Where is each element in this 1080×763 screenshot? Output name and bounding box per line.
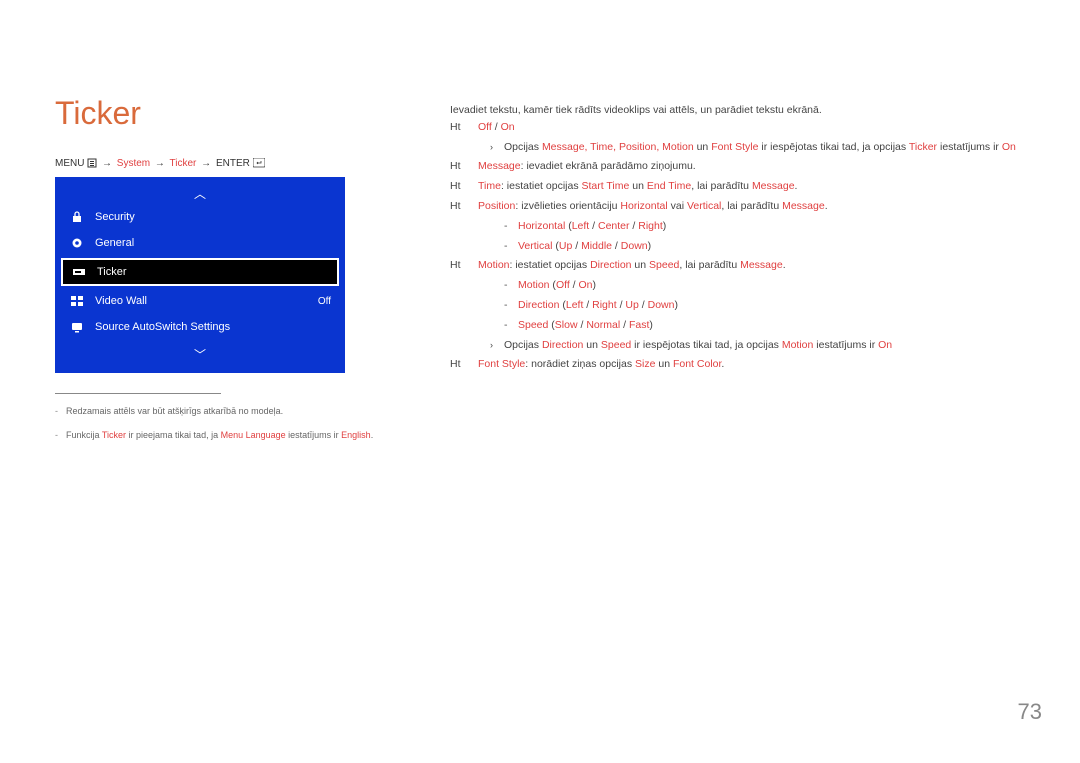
dash-marker: -	[504, 317, 518, 334]
enter-icon	[253, 158, 265, 168]
bullet-marker: Ht	[450, 198, 478, 215]
page-title: Ticker	[55, 95, 141, 132]
bullet-marker: Ht	[450, 356, 478, 373]
ticker-icon	[71, 264, 87, 280]
menu-item-security[interactable]: Security	[55, 204, 345, 230]
menu-item-label: Video Wall	[95, 295, 147, 307]
settings-menu: ︿ Security General Ticker Video Wall Off…	[55, 177, 345, 373]
source-icon	[69, 319, 85, 335]
breadcrumb-system: System	[117, 158, 150, 169]
position-horizontal: Horizontal (Left / Center / Right)	[518, 218, 666, 235]
option-time: Time: iestatiet opcijas Start Time un En…	[478, 178, 1030, 195]
menu-item-value: Off	[318, 296, 331, 307]
option-position: Position: izvēlieties orientāciju Horizo…	[478, 198, 1030, 215]
chevron-up-icon[interactable]: ︿	[55, 185, 345, 202]
dash-marker: -	[504, 297, 518, 314]
breadcrumb-ticker: Ticker	[170, 158, 197, 169]
dash-marker: -	[504, 238, 518, 255]
sub-bullet-marker: ›	[490, 139, 504, 156]
page-number: 73	[1018, 699, 1042, 725]
gear-icon	[69, 235, 85, 251]
menu-item-general[interactable]: General	[55, 230, 345, 256]
menu-icon	[87, 158, 97, 168]
bullet-marker: Ht	[450, 178, 478, 195]
arrow-icon: →	[102, 158, 112, 169]
breadcrumb: MENU → System → Ticker → ENTER	[55, 158, 265, 169]
lock-icon	[69, 209, 85, 225]
sub-bullet-marker: ›	[490, 337, 504, 354]
menu-item-label: General	[95, 237, 134, 249]
option-note: Opcijas Message, Time, Position, Motion …	[504, 139, 1016, 156]
position-vertical: Vertical (Up / Middle / Down)	[518, 238, 651, 255]
bullet-dash: -	[55, 430, 58, 440]
motion-toggle: Motion (Off / On)	[518, 277, 596, 294]
footnote-1: Redzamais attēls var būt atšķirīgs atkar…	[66, 406, 283, 416]
bullet-marker: Ht	[450, 119, 478, 136]
dash-marker: -	[504, 277, 518, 294]
motion-direction: Direction (Left / Right / Up / Down)	[518, 297, 678, 314]
enter-label: ENTER	[216, 158, 250, 169]
menu-item-label: Security	[95, 211, 135, 223]
bullet-dash: -	[55, 406, 58, 416]
divider	[55, 393, 221, 394]
menu-item-label: Source AutoSwitch Settings	[95, 321, 230, 333]
menu-item-ticker[interactable]: Ticker	[61, 258, 339, 286]
grid-icon	[69, 293, 85, 309]
menu-item-videowall[interactable]: Video Wall Off	[55, 288, 345, 314]
menu-item-autoswitch[interactable]: Source AutoSwitch Settings	[55, 314, 345, 340]
menu-label: MENU	[55, 158, 84, 169]
chevron-down-icon[interactable]: ﹀	[55, 346, 345, 363]
intro-text: Ievadiet tekstu, kamēr tiek rādīts video…	[450, 102, 1030, 119]
option-motion: Motion: iestatiet opcijas Direction un S…	[478, 257, 1030, 274]
option-message: Message: ievadiet ekrānā parādāmo ziņoju…	[478, 158, 1030, 175]
arrow-icon: →	[155, 158, 165, 169]
bullet-marker: Ht	[450, 257, 478, 274]
option-fontstyle: Font Style: norādiet ziņas opcijas Size …	[478, 356, 1030, 373]
motion-speed: Speed (Slow / Normal / Fast)	[518, 317, 653, 334]
option-off-on: Off / On	[478, 119, 1030, 136]
dash-marker: -	[504, 218, 518, 235]
motion-note: Opcijas Direction un Speed ir iespējotas…	[504, 337, 892, 354]
bullet-marker: Ht	[450, 158, 478, 175]
arrow-icon: →	[201, 158, 211, 169]
description-body: Ievadiet tekstu, kamēr tiek rādīts video…	[450, 102, 1030, 376]
footnote-2: Funkcija Ticker ir pieejama tikai tad, j…	[66, 430, 376, 440]
menu-item-label: Ticker	[97, 266, 127, 278]
